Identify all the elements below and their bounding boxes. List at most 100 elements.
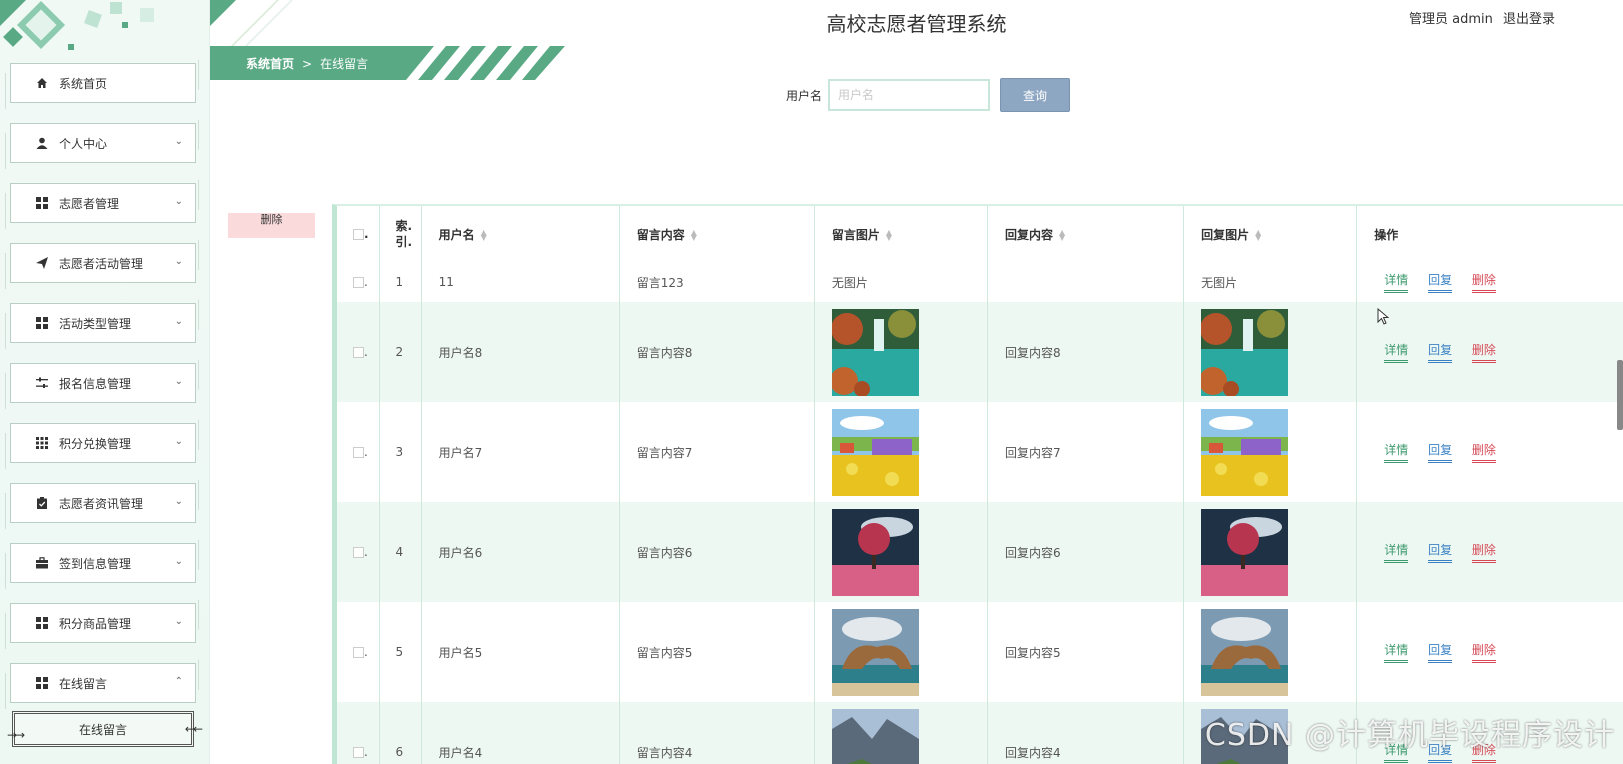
mountain-cliff-image[interactable] (831, 708, 919, 764)
sidebar-item-activity-type-management[interactable]: 活动类型管理 ⌄ (10, 303, 196, 343)
page-scrollbar[interactable] (1617, 360, 1623, 430)
sort-icon[interactable]: ▲ ▼ (691, 229, 697, 242)
sidebar-item-activity-management[interactable]: 志愿者活动管理 ⌄ (10, 243, 196, 283)
detail-button[interactable]: 详情 (1384, 341, 1409, 363)
row-checkbox[interactable]: . (337, 502, 380, 602)
reply-button[interactable]: 回复 (1428, 341, 1453, 363)
sort-icon[interactable]: ▲ ▼ (1059, 229, 1065, 242)
row-checkbox[interactable]: . (337, 402, 380, 502)
row-username: 用户名6 (421, 502, 620, 602)
chevron-down-icon: ⌄ (174, 376, 183, 387)
arrow-left-icon: ←← (184, 722, 203, 736)
mouse-cursor-icon (1377, 308, 1389, 325)
column-header-message-image[interactable]: 留言图片 ▲ ▼ (814, 206, 988, 262)
breadcrumb-current: 在线留言 (320, 57, 369, 71)
flower-field-image[interactable] (831, 408, 919, 496)
delete-button[interactable]: 删除 (1471, 641, 1496, 663)
sort-icon[interactable]: ▲ ▼ (1255, 229, 1261, 242)
breadcrumb-home[interactable]: 系统首页 (246, 57, 294, 71)
row-reply-image: 无图片 (1183, 262, 1358, 302)
sidebar-item-points-exchange-management[interactable]: 积分兑换管理 ⌄ (10, 423, 196, 463)
row-actions: 详情 回复 删除 (1356, 302, 1623, 402)
grid-icon (35, 316, 49, 330)
sliders-icon (35, 376, 49, 390)
sidebar-item-home[interactable]: 系统首页 (10, 63, 196, 103)
column-header-message[interactable]: 留言内容 ▲ ▼ (619, 206, 815, 262)
sidebar-menu: 系统首页 个人中心 ⌄ 志愿者管理 ⌄ 志愿者活动管理 ⌄ 活动类型管理 ⌄ 报… (7, 63, 203, 747)
apps-icon (35, 436, 49, 450)
search-bar: 用户名 查询 (786, 78, 1071, 112)
reply-button[interactable]: 回复 (1428, 641, 1453, 663)
row-username: 用户名4 (421, 702, 620, 764)
flower-field-image[interactable] (1201, 408, 1289, 496)
sort-icon[interactable]: ▲ ▼ (886, 229, 892, 242)
detail-button[interactable]: 详情 (1384, 271, 1409, 293)
sort-icon[interactable]: ▲ ▼ (481, 229, 487, 242)
sidebar-item-volunteer-management[interactable]: 志愿者管理 ⌄ (10, 183, 196, 223)
row-index: 2 (379, 302, 422, 402)
pink-tree-image[interactable] (831, 508, 919, 596)
reply-button[interactable]: 回复 (1428, 441, 1453, 463)
column-header-actions: 操作 (1374, 227, 1399, 242)
sea-arch-image[interactable] (831, 608, 919, 696)
query-button[interactable]: 查询 (1000, 78, 1071, 112)
sidebar-item-personal-center[interactable]: 个人中心 ⌄ (10, 123, 196, 163)
sidebar-item-label: 在线留言 (59, 676, 108, 691)
row-message: 留言123 (619, 262, 815, 302)
row-checkbox[interactable]: . (337, 602, 380, 702)
breadcrumb-separator: > (302, 57, 313, 71)
sidebar-item-news-management[interactable]: 志愿者资讯管理 ⌄ (10, 483, 196, 523)
waterfall-lake-image[interactable] (1201, 308, 1289, 396)
sidebar-decoration (0, 0, 154, 50)
user-icon (35, 136, 49, 150)
sidebar-item-registration-management[interactable]: 报名信息管理 ⌄ (10, 363, 196, 403)
arrow-right-icon: →→ (7, 728, 25, 742)
reply-button[interactable]: 回复 (1428, 541, 1453, 563)
row-username: 用户名5 (421, 602, 620, 702)
search-input[interactable] (828, 79, 991, 111)
detail-button[interactable]: 详情 (1384, 641, 1409, 663)
user-label: 管理员 admin (1408, 12, 1493, 27)
row-reply: 回复内容4 (987, 702, 1185, 764)
row-checkbox[interactable]: . (337, 702, 380, 764)
column-header-reply[interactable]: 回复内容 ▲ ▼ (987, 206, 1185, 262)
sidebar-item-online-message[interactable]: 在线留言 ⌃ (10, 663, 196, 703)
home-icon (35, 76, 49, 90)
row-message-image (814, 302, 988, 402)
delete-button[interactable]: 删除 (1471, 441, 1496, 463)
detail-button[interactable]: 详情 (1384, 441, 1409, 463)
reply-button[interactable]: 回复 (1428, 271, 1453, 293)
chevron-down-icon: ⌄ (174, 556, 183, 567)
sidebar-item-points-goods-management[interactable]: 积分商品管理 ⌄ (10, 603, 196, 643)
column-header-reply-image[interactable]: 回复图片 ▲ ▼ (1183, 206, 1358, 262)
detail-button[interactable]: 详情 (1384, 541, 1409, 563)
delete-button[interactable]: 删除 (1471, 271, 1496, 293)
row-index: 4 (379, 502, 422, 602)
chevron-down-icon: ⌄ (174, 136, 183, 147)
submenu-item-online-message[interactable]: →→ 在线留言 ←← (7, 711, 203, 747)
delete-button[interactable]: 删除 (1471, 341, 1496, 363)
chevron-down-icon: ⌄ (174, 316, 183, 327)
table-row: . 1 11 留言123 无图片 无图片 详情 回复 删除 (337, 262, 1623, 302)
row-username: 11 (421, 262, 620, 302)
column-header-username[interactable]: 用户名 ▲ ▼ (421, 206, 620, 262)
pink-tree-image[interactable] (1201, 508, 1289, 596)
sidebar-item-label: 个人中心 (59, 136, 108, 151)
batch-delete-button[interactable]: 删除 (228, 213, 315, 238)
row-actions: 详情 回复 删除 (1356, 502, 1623, 602)
delete-button[interactable]: 删除 (1471, 541, 1496, 563)
select-all-checkbox[interactable]: . (337, 206, 380, 262)
row-actions: 详情 回复 删除 (1357, 402, 1623, 502)
row-checkbox[interactable]: . (337, 302, 380, 402)
grid-icon (35, 676, 49, 690)
row-reply: 回复内容5 (987, 602, 1185, 702)
waterfall-lake-image[interactable] (831, 308, 919, 396)
sidebar-item-checkin-management[interactable]: 签到信息管理 ⌄ (10, 543, 196, 583)
clipboard-icon (35, 496, 49, 510)
logout-link[interactable]: 退出登录 (1503, 12, 1555, 27)
row-message-image (814, 702, 988, 764)
briefcase-icon (35, 556, 49, 570)
row-checkbox[interactable]: . (337, 262, 380, 302)
chevron-down-icon: ⌄ (174, 256, 183, 267)
sea-arch-image[interactable] (1201, 608, 1289, 696)
